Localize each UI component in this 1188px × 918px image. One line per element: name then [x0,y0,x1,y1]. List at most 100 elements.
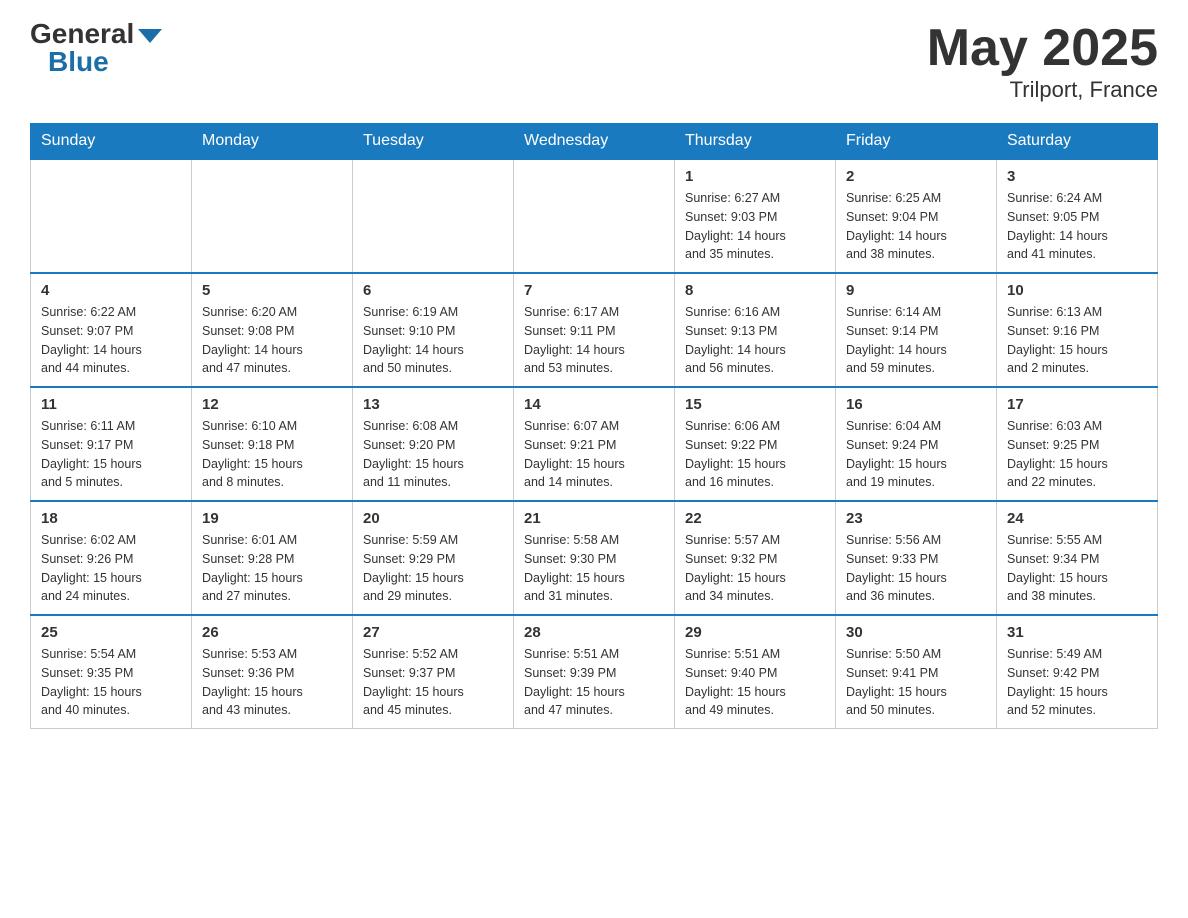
day-number: 8 [685,282,825,299]
calendar-cell: 6 Sunrise: 6:19 AMSunset: 9:10 PMDaylight… [353,273,514,387]
day-number: 2 [846,168,986,185]
week-row-3: 11 Sunrise: 6:11 AMSunset: 9:17 PMDayligh… [31,387,1158,501]
day-info: Sunrise: 6:16 AMSunset: 9:13 PMDaylight:… [685,303,825,378]
logo-blue-text: Blue [48,48,109,76]
day-number: 13 [363,396,503,413]
day-number: 21 [524,510,664,527]
calendar-cell: 21 Sunrise: 5:58 AMSunset: 9:30 PMDayligh… [514,501,675,615]
day-number: 25 [41,624,181,641]
day-info: Sunrise: 6:11 AMSunset: 9:17 PMDaylight:… [41,417,181,492]
day-info: Sunrise: 6:19 AMSunset: 9:10 PMDaylight:… [363,303,503,378]
calendar-cell [514,159,675,273]
day-number: 5 [202,282,342,299]
calendar-cell: 7 Sunrise: 6:17 AMSunset: 9:11 PMDaylight… [514,273,675,387]
day-info: Sunrise: 5:53 AMSunset: 9:36 PMDaylight:… [202,645,342,720]
col-tuesday: Tuesday [353,124,514,160]
day-info: Sunrise: 6:17 AMSunset: 9:11 PMDaylight:… [524,303,664,378]
calendar-cell: 13 Sunrise: 6:08 AMSunset: 9:20 PMDayligh… [353,387,514,501]
day-info: Sunrise: 6:02 AMSunset: 9:26 PMDaylight:… [41,531,181,606]
calendar-cell: 20Sunrise: 5:59 AMSunset: 9:29 PMDayligh… [353,501,514,615]
col-sunday: Sunday [31,124,192,160]
day-info: Sunrise: 6:20 AMSunset: 9:08 PMDaylight:… [202,303,342,378]
day-info: Sunrise: 6:08 AMSunset: 9:20 PMDaylight:… [363,417,503,492]
day-number: 16 [846,396,986,413]
day-info: Sunrise: 5:52 AMSunset: 9:37 PMDaylight:… [363,645,503,720]
calendar-cell: 25 Sunrise: 5:54 AMSunset: 9:35 PMDayligh… [31,615,192,729]
calendar-cell [353,159,514,273]
day-info: Sunrise: 6:27 AMSunset: 9:03 PMDaylight:… [685,189,825,264]
calendar-cell: 9 Sunrise: 6:14 AMSunset: 9:14 PMDaylight… [836,273,997,387]
day-info: Sunrise: 5:51 AMSunset: 9:39 PMDaylight:… [524,645,664,720]
day-info: Sunrise: 5:57 AMSunset: 9:32 PMDaylight:… [685,531,825,606]
calendar-cell: 23 Sunrise: 5:56 AMSunset: 9:33 PMDayligh… [836,501,997,615]
day-info: Sunrise: 5:56 AMSunset: 9:33 PMDaylight:… [846,531,986,606]
day-number: 10 [1007,282,1147,299]
week-row-5: 25 Sunrise: 5:54 AMSunset: 9:35 PMDayligh… [31,615,1158,729]
day-info: Sunrise: 6:22 AMSunset: 9:07 PMDaylight:… [41,303,181,378]
day-info: Sunrise: 5:51 AMSunset: 9:40 PMDaylight:… [685,645,825,720]
calendar-cell: 12 Sunrise: 6:10 AMSunset: 9:18 PMDayligh… [192,387,353,501]
calendar-cell: 28 Sunrise: 5:51 AMSunset: 9:39 PMDayligh… [514,615,675,729]
col-wednesday: Wednesday [514,124,675,160]
day-number: 31 [1007,624,1147,641]
day-info: Sunrise: 5:58 AMSunset: 9:30 PMDaylight:… [524,531,664,606]
day-info: Sunrise: 6:14 AMSunset: 9:14 PMDaylight:… [846,303,986,378]
day-number: 1 [685,168,825,185]
day-info: Sunrise: 5:54 AMSunset: 9:35 PMDaylight:… [41,645,181,720]
day-info: Sunrise: 6:24 AMSunset: 9:05 PMDaylight:… [1007,189,1147,264]
week-row-2: 4 Sunrise: 6:22 AMSunset: 9:07 PMDaylight… [31,273,1158,387]
calendar-cell [192,159,353,273]
calendar-cell: 10Sunrise: 6:13 AMSunset: 9:16 PMDayligh… [997,273,1158,387]
calendar-cell: 15Sunrise: 6:06 AMSunset: 9:22 PMDayligh… [675,387,836,501]
col-friday: Friday [836,124,997,160]
day-info: Sunrise: 6:25 AMSunset: 9:04 PMDaylight:… [846,189,986,264]
calendar-cell: 11 Sunrise: 6:11 AMSunset: 9:17 PMDayligh… [31,387,192,501]
day-number: 29 [685,624,825,641]
calendar-cell [31,159,192,273]
logo: General Blue [30,20,162,76]
calendar-cell: 16Sunrise: 6:04 AMSunset: 9:24 PMDayligh… [836,387,997,501]
calendar-cell: 2 Sunrise: 6:25 AMSunset: 9:04 PMDaylight… [836,159,997,273]
day-number: 12 [202,396,342,413]
logo-general-text: General [30,20,134,48]
day-number: 14 [524,396,664,413]
month-year-title: May 2025 [927,20,1158,77]
calendar-cell: 26 Sunrise: 5:53 AMSunset: 9:36 PMDayligh… [192,615,353,729]
col-saturday: Saturday [997,124,1158,160]
day-number: 7 [524,282,664,299]
day-number: 22 [685,510,825,527]
calendar-cell: 14 Sunrise: 6:07 AMSunset: 9:21 PMDayligh… [514,387,675,501]
day-number: 17 [1007,396,1147,413]
calendar-cell: 3 Sunrise: 6:24 AMSunset: 9:05 PMDaylight… [997,159,1158,273]
day-number: 26 [202,624,342,641]
calendar-cell: 31Sunrise: 5:49 AMSunset: 9:42 PMDayligh… [997,615,1158,729]
day-number: 18 [41,510,181,527]
day-number: 20 [363,510,503,527]
calendar-cell: 18 Sunrise: 6:02 AMSunset: 9:26 PMDayligh… [31,501,192,615]
calendar-cell: 27Sunrise: 5:52 AMSunset: 9:37 PMDayligh… [353,615,514,729]
day-number: 6 [363,282,503,299]
day-number: 19 [202,510,342,527]
title-area: May 2025 Trilport, France [927,20,1158,103]
day-number: 24 [1007,510,1147,527]
calendar-cell: 5 Sunrise: 6:20 AMSunset: 9:08 PMDaylight… [192,273,353,387]
week-row-4: 18 Sunrise: 6:02 AMSunset: 9:26 PMDayligh… [31,501,1158,615]
day-number: 9 [846,282,986,299]
calendar-table: Sunday Monday Tuesday Wednesday Thursday… [30,123,1158,729]
day-number: 23 [846,510,986,527]
day-info: Sunrise: 6:06 AMSunset: 9:22 PMDaylight:… [685,417,825,492]
day-number: 11 [41,396,181,413]
day-number: 30 [846,624,986,641]
calendar-cell: 4 Sunrise: 6:22 AMSunset: 9:07 PMDaylight… [31,273,192,387]
header: General Blue May 2025 Trilport, France [30,20,1158,103]
day-number: 3 [1007,168,1147,185]
day-number: 4 [41,282,181,299]
calendar-header-row: Sunday Monday Tuesday Wednesday Thursday… [31,124,1158,160]
calendar-cell: 8 Sunrise: 6:16 AMSunset: 9:13 PMDaylight… [675,273,836,387]
col-thursday: Thursday [675,124,836,160]
logo-arrow-icon [138,29,162,43]
week-row-1: 1 Sunrise: 6:27 AMSunset: 9:03 PMDaylight… [31,159,1158,273]
day-number: 28 [524,624,664,641]
day-info: Sunrise: 6:10 AMSunset: 9:18 PMDaylight:… [202,417,342,492]
day-info: Sunrise: 6:07 AMSunset: 9:21 PMDaylight:… [524,417,664,492]
